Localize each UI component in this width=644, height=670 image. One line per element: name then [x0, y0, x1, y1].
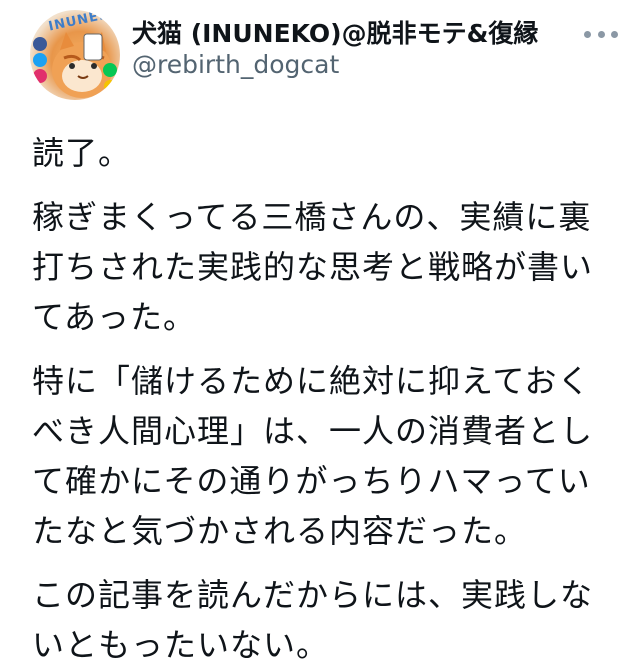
tweet-line: 打ちされた実践的な思考と戦略が書い	[32, 248, 594, 286]
user-handle[interactable]: @rebirth_dogcat	[132, 50, 339, 79]
tweet-line: いともったいない。	[32, 626, 330, 664]
more-dot	[611, 30, 618, 38]
tweet-line: て確かにその通りがっちりハマってい	[32, 462, 591, 500]
tweet-line: 稼ぎまくってる三橋さんの、実績に裏	[32, 198, 592, 236]
tweet-header: INUNEKO 犬猫 (INUNEKO)@脱非モテ&復縁 @rebirth_do…	[0, 0, 644, 100]
tweet-line: この記事を読んだからには、実践しな	[32, 576, 594, 614]
tweet-line: てあった。	[32, 298, 197, 336]
tweet-line: 特に「儲けるために絶対に抑えておく	[32, 362, 591, 400]
tweet-paragraph: 特に「儲けるために絶対に抑えておく べき人間心理」は、一人の消費者とし て確かに…	[32, 356, 632, 556]
more-dot	[597, 30, 605, 38]
tweet-paragraph: この記事を読んだからには、実践しな いともったいない。	[32, 570, 632, 670]
tweet-line: べき人間心理」は、一人の消費者とし	[32, 412, 594, 450]
display-name[interactable]: 犬猫 (INUNEKO)@脱非モテ&復縁	[132, 14, 538, 50]
avatar[interactable]: INUNEKO	[30, 10, 120, 100]
tweet-text: 読了。 稼ぎまくってる三橋さんの、実績に裏 打ちされた実践的な思考と戦略が書い …	[32, 128, 632, 670]
more-dot	[584, 30, 591, 38]
tweet-line: たなと気づかされる内容だった。	[32, 512, 528, 550]
tweet: INUNEKO 犬猫 (INUNEKO)@脱非モテ&復縁 @rebirth_do…	[0, 0, 644, 670]
tweet-line: 読了。	[32, 134, 132, 172]
more-horizontal-icon[interactable]	[584, 24, 618, 44]
tweet-paragraph: 読了。	[32, 128, 632, 178]
tweet-paragraph: 稼ぎまくってる三橋さんの、実績に裏 打ちされた実践的な思考と戦略が書い てあった…	[32, 192, 632, 342]
